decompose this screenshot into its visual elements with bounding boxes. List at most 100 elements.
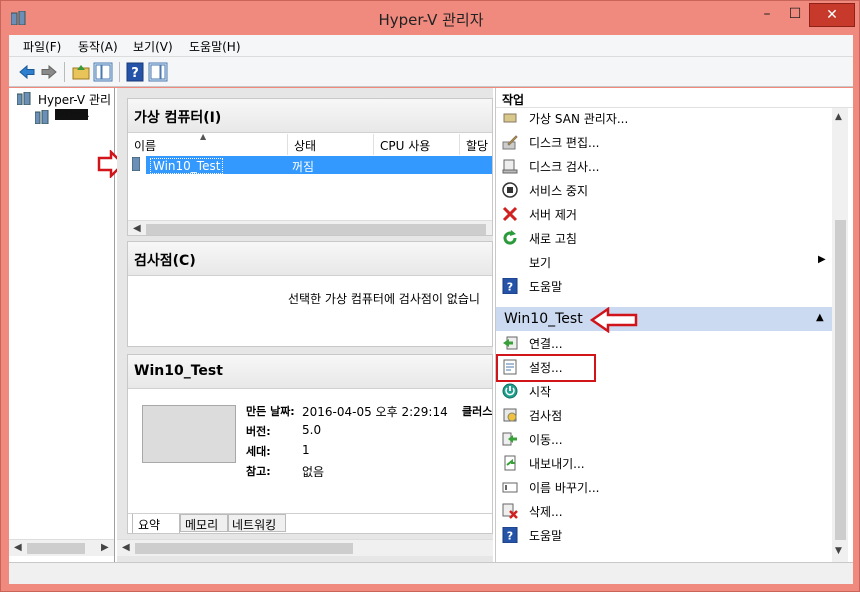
column-header-name[interactable]: 이름 ▲ [128,132,288,155]
center-horizontal-scrollbar[interactable]: ◀ [117,539,493,556]
tree-horizontal-scrollbar[interactable]: ◀ ▶ [9,539,114,556]
minimize-button[interactable]: – [753,3,781,27]
detail-value-generation: 1 [302,443,310,457]
virtual-machines-panel: 가상 컴퓨터(I) 이름 ▲ 상태 CPU 사용 할당 Win10_Test 꺼… [127,98,493,236]
menu-view[interactable]: 보기(V) [133,38,173,55]
action-label: 이동... [529,433,563,447]
details-tab-strip: 요약 메모리 네트워킹 [128,513,492,533]
action-rename[interactable]: 이름 바꾸기... [496,475,832,499]
menu-action[interactable]: 동작(A) [78,38,118,55]
hyperv-manager-window: Hyper-V 관리자 – ☐ ✕ 파일(F) 동작(A) 보기(V) 도움말(… [0,0,860,592]
inspect-disk-icon [502,159,518,174]
scrollbar-thumb[interactable] [27,543,85,554]
action-label: 서비스 중지 [529,184,589,198]
detail-value-created: 2016-04-05 오후 2:29:14 [302,405,448,419]
tree-item-label-redacted: SERVER [55,109,89,120]
toolbar-separator [119,62,120,82]
help-icon: ? [502,278,518,294]
vm-actions-section-header[interactable]: Win10_Test ▲ [496,307,832,331]
vm-state-cell: 꺼짐 [292,160,315,174]
column-label: 이름 [134,139,157,153]
detail-label-notes: 참고: [246,465,271,478]
tab-memory[interactable]: 메모리 [180,514,228,532]
action-label: 디스크 편집... [529,136,600,150]
scroll-left-icon[interactable]: ◀ [122,542,130,553]
action-checkpoint[interactable]: 검사점 [496,403,832,427]
panel-title: 가상 컴퓨터(I) [128,99,492,133]
scroll-left-icon[interactable]: ◀ [133,223,141,234]
action-export[interactable]: 내보내기... [496,451,832,475]
action-view[interactable]: 보기 ▶ [496,250,832,274]
scrollbar-thumb[interactable] [835,220,846,540]
action-label: 검사점 [529,409,563,423]
action-label: 서버 제거 [529,208,577,222]
action-stop-service[interactable]: 서비스 중지 [496,178,832,202]
help-icon: ? [502,527,518,543]
vm-row-icon-cell [128,155,140,173]
toolbar: ? [9,57,853,87]
column-header-state[interactable]: 상태 [288,134,374,155]
scrollbar-thumb[interactable] [146,224,486,235]
action-help-vm[interactable]: ? 도움말 [496,523,832,547]
collapse-section-icon[interactable]: ▲ [816,312,824,323]
show-hide-action-pane-icon[interactable] [148,62,168,82]
vm-thumbnail [142,405,236,463]
window-title: Hyper-V 관리자 [378,11,484,29]
action-delete[interactable]: 삭제... [496,499,832,523]
scroll-down-icon[interactable]: ▼ [835,546,842,556]
up-folder-icon[interactable] [71,62,91,82]
action-san-manager[interactable]: 가상 SAN 관리자... [496,106,832,130]
title-bar: Hyper-V 관리자 – ☐ ✕ [1,1,860,35]
detail-label-version: 버전: [246,425,271,438]
action-label: 보기 [529,256,552,270]
forward-icon[interactable] [39,62,59,82]
action-label: 도움말 [529,529,563,543]
vm-name-cell: Win10_Test [150,158,224,174]
actions-vertical-scrollbar[interactable]: ▲ ▼ [832,108,848,562]
action-label: 디스크 검사... [529,160,600,174]
detail-label-created: 만든 날짜: [246,405,295,418]
scroll-up-icon[interactable]: ▲ [835,112,842,122]
annotation-arrow-icon [590,307,638,333]
column-header-assigned[interactable]: 할당 [460,134,492,155]
detail-label-cluster: 클러스 [462,405,493,418]
vm-list-horizontal-scrollbar[interactable]: ◀ [128,220,492,235]
submenu-arrow-icon: ▶ [818,254,826,265]
action-label: 내보내기... [529,457,585,471]
action-edit-disk[interactable]: 디스크 편집... [496,130,832,154]
back-icon[interactable] [17,62,37,82]
detail-value-version: 5.0 [302,423,322,437]
show-hide-tree-icon[interactable] [93,62,113,82]
hyperv-server-icon [17,92,31,105]
sort-ascending-icon: ▲ [200,132,207,141]
action-remove-server[interactable]: 서버 제거 [496,202,832,226]
menu-help[interactable]: 도움말(H) [189,38,241,55]
scroll-right-icon[interactable]: ▶ [101,542,109,553]
svg-text:?: ? [507,530,513,543]
action-start[interactable]: 시작 [496,379,832,403]
menu-file[interactable]: 파일(F) [23,38,61,55]
start-icon [502,383,518,399]
tree-item-label: Hyper-V 관리 [38,93,112,107]
tab-networking[interactable]: 네트워킹 [228,514,286,532]
action-help[interactable]: ? 도움말 [496,274,832,298]
svg-text:?: ? [507,281,513,294]
action-connect[interactable]: 연결... [496,331,832,355]
checkpoint-empty-message: 선택한 가상 컴퓨터에 검사점이 없습니 [288,292,480,306]
help-icon[interactable]: ? [125,62,145,82]
action-move[interactable]: 이동... [496,427,832,451]
remove-server-icon [502,206,518,222]
column-header-cpu[interactable]: CPU 사용 [374,134,460,155]
scrollbar-thumb[interactable] [135,543,353,554]
scroll-left-icon[interactable]: ◀ [14,542,22,553]
table-row[interactable]: Win10_Test 꺼짐 [146,156,492,174]
san-manager-icon [503,113,517,123]
action-inspect-disk[interactable]: 디스크 검사... [496,154,832,178]
client-area: Hyper-V 관리 SERVER ◀ ▶ 가상 컴퓨터(I) 이름 ▲ 상태 … [9,88,853,562]
action-refresh[interactable]: 새로 고침 [496,226,832,250]
close-button[interactable]: ✕ [809,3,855,27]
maximize-button[interactable]: ☐ [781,3,809,27]
action-label: 삭제... [529,505,563,519]
actions-pane: 작업 가상 SAN 관리자... 디스크 편집... 디스크 검사... 서비스… [495,88,853,562]
tab-summary[interactable]: 요약 [132,514,180,533]
